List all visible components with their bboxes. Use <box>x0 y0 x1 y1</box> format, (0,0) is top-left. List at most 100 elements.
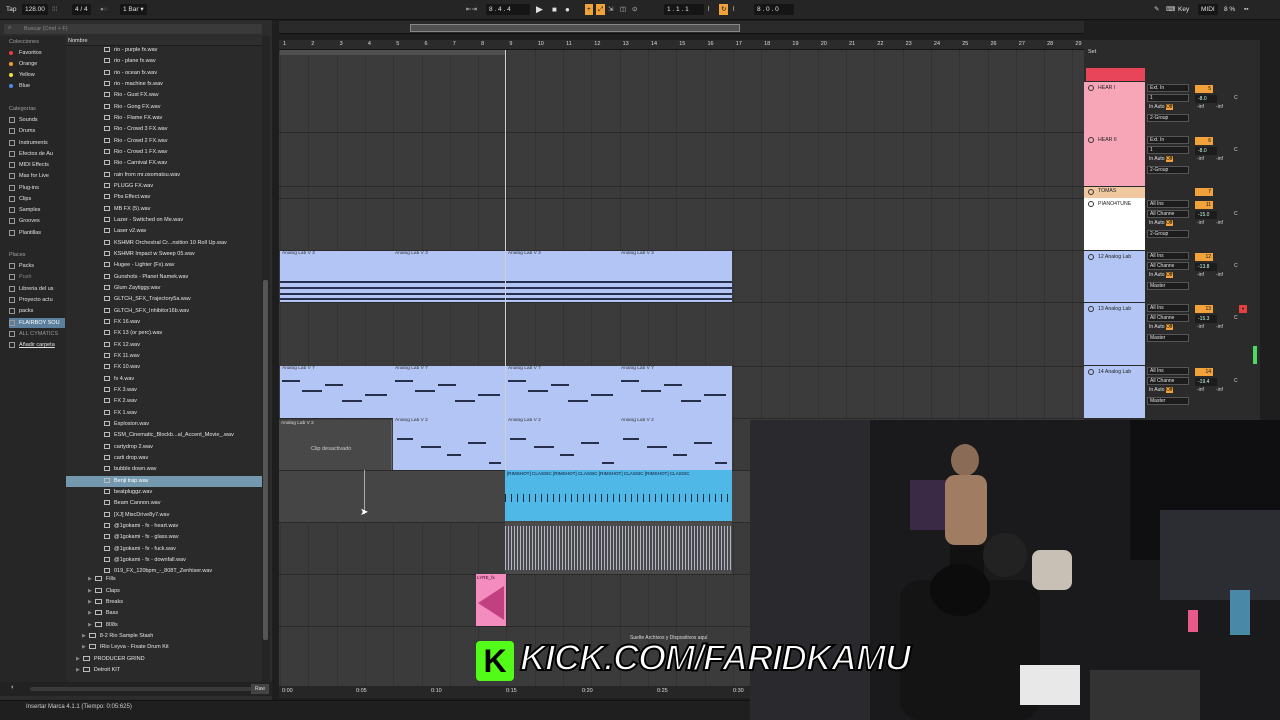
track-number[interactable]: 14 <box>1195 368 1213 376</box>
place-packs-folder[interactable]: packs <box>9 306 65 316</box>
file-item[interactable]: Rio - Crowd 3 FX.wav <box>66 124 262 135</box>
place-flairboy[interactable]: FLAIRBOY SOU <box>9 318 65 328</box>
monitor-selector[interactable]: In Auto Off <box>1147 387 1189 395</box>
file-item[interactable]: Rio - Gust FX.wav <box>66 90 262 101</box>
ruler-bar-label[interactable]: 9 <box>509 41 512 47</box>
file-item[interactable]: fx 4.wav <box>66 374 262 385</box>
record-icon[interactable]: ● <box>565 4 570 15</box>
file-item[interactable]: [XJ] MiscDrive8y7.wav <box>66 510 262 521</box>
collection-orange[interactable]: Orange <box>9 59 65 69</box>
midi-clip[interactable]: Analog Lab V 2 <box>393 418 505 470</box>
file-item[interactable]: Rio - Gong FX.wav <box>66 102 262 113</box>
file-item[interactable]: Laser v2.wav <box>66 226 262 237</box>
file-item[interactable]: FX 2.wav <box>66 396 262 407</box>
ruler-bar-label[interactable]: 17 <box>736 41 742 47</box>
category-clips[interactable]: Clips <box>9 194 65 204</box>
folder-rio-sample-stash[interactable]: ▶ 8-2 Rio Sample Stash <box>82 631 153 642</box>
file-item[interactable]: @1gokami - fx - downfall.wav <box>66 555 262 566</box>
track-number[interactable]: 11 <box>1195 201 1213 209</box>
output-dropdown[interactable]: Master <box>1147 334 1189 342</box>
ruler-bar-label[interactable]: 13 <box>623 41 629 47</box>
volume-field[interactable]: -13.8 <box>1195 263 1217 271</box>
monitor-selector[interactable]: In Auto Off <box>1147 104 1189 112</box>
file-item[interactable]: Explosion.wav <box>66 419 262 430</box>
ruler-bar-label[interactable]: 21 <box>849 41 855 47</box>
ruler-bar-label[interactable]: 10 <box>538 41 544 47</box>
input-channel-dropdown[interactable]: All Channe <box>1147 314 1189 322</box>
pan-field[interactable]: C <box>1234 147 1238 153</box>
track-13-analog-lab[interactable]: 13 Analog Lab <box>1084 303 1145 365</box>
ruler-bar-label[interactable]: 20 <box>821 41 827 47</box>
capture-icon[interactable]: ◫ <box>620 4 626 15</box>
punch-out-icon[interactable]: ⌇ <box>732 4 735 15</box>
ruler-bar-label[interactable]: 22 <box>877 41 883 47</box>
pan-field[interactable]: C <box>1234 211 1238 217</box>
file-item[interactable]: rio - machine fx.wav <box>66 79 262 90</box>
file-item[interactable]: cartydrop 2.wav <box>66 442 262 453</box>
folder-bass[interactable]: ▶ Bass <box>88 608 118 619</box>
folder-producer-grind[interactable]: ▶ PRODUCER GRIND <box>76 654 145 665</box>
ruler-bar-label[interactable]: 8 <box>481 41 484 47</box>
category-max-for-live[interactable]: Max for Live <box>9 171 65 181</box>
midi-clip[interactable]: Analog Lab V 3 <box>393 251 505 302</box>
file-item[interactable]: FX 1.wav <box>66 408 262 419</box>
drum-clip[interactable]: [RIMSHOT] CLASSIC [RIMSHOT] CLASSIC [RIM… <box>505 470 732 521</box>
midi-clip[interactable]: Analog Lab V 3 <box>619 251 732 302</box>
ruler-bar-label[interactable]: 11 <box>566 41 572 47</box>
ruler-bar-label[interactable]: 2 <box>311 41 314 47</box>
track-12-analog-lab[interactable]: 12 Analog Lab <box>1084 251 1145 302</box>
category-instruments[interactable]: Instruments <box>9 138 65 148</box>
ruler-bar-label[interactable]: 7 <box>453 41 456 47</box>
input-type-dropdown[interactable]: Ext. In <box>1147 136 1189 144</box>
stop-icon[interactable]: ■ <box>552 4 557 15</box>
volume-field[interactable]: -8.0 <box>1195 95 1217 103</box>
follow-icon[interactable]: ●○ <box>100 4 108 15</box>
midi-clip[interactable]: Analog Lab V 2 <box>506 418 619 470</box>
midi-clip[interactable]: Analog Lab V 7 <box>280 366 393 418</box>
reenable-automation-icon[interactable]: ⇲ <box>608 4 613 15</box>
midi-clip[interactable]: Analog Lab V 3 <box>506 251 619 302</box>
tempo-field[interactable]: 128.00 <box>22 4 48 15</box>
ruler-bar-label[interactable]: 16 <box>708 41 714 47</box>
folder-fixate-drum-kit[interactable]: ▶ IRio Leyva - Fixate Drum Kit <box>82 642 169 653</box>
file-item[interactable]: Pbs Effect.wav <box>66 192 262 203</box>
computer-keyboard-icon[interactable]: ⌨ <box>1166 4 1175 15</box>
category-sounds[interactable]: Sounds <box>9 115 65 125</box>
monitor-selector[interactable]: In Auto Off <box>1147 156 1189 164</box>
preview-waveform[interactable] <box>30 687 252 691</box>
track-number[interactable]: 13 <box>1195 305 1213 313</box>
fold-icon[interactable] <box>1088 137 1094 143</box>
file-item[interactable]: PLUGG FX.wav <box>66 181 262 192</box>
audio-clip-lyre[interactable]: LYRE_fx <box>476 574 506 626</box>
file-item[interactable]: bubble down.wav <box>66 464 262 475</box>
input-channel-dropdown[interactable]: All Channe <box>1147 210 1189 218</box>
track-number[interactable]: 12 <box>1195 253 1213 261</box>
raw-toggle[interactable]: Raw <box>251 684 269 694</box>
search-input[interactable]: Buscar (Cmd + F) <box>4 24 262 34</box>
ruler-bar-label[interactable]: 23 <box>906 41 912 47</box>
ruler-bar-label[interactable]: 24 <box>934 41 940 47</box>
arrangement-position-field[interactable]: 8 . 4 . 4 <box>486 4 530 15</box>
pan-field[interactable]: C <box>1234 378 1238 384</box>
fold-icon[interactable] <box>1088 306 1094 312</box>
category-templates[interactable]: Plantillas <box>9 228 65 238</box>
arm-button[interactable]: ● <box>1239 305 1247 313</box>
time-signature-field[interactable]: 4 / 4 <box>72 4 91 15</box>
collection-blue[interactable]: Blue <box>9 81 65 91</box>
input-channel-dropdown[interactable]: All Channe <box>1147 262 1189 270</box>
file-item[interactable]: FX 11.wav <box>66 351 262 362</box>
output-dropdown[interactable]: Master <box>1147 397 1189 405</box>
audio-clip[interactable] <box>505 522 732 574</box>
tap-button[interactable]: Tap <box>6 4 16 15</box>
ruler-bar-label[interactable]: 14 <box>651 41 657 47</box>
ruler-bar-label[interactable]: 26 <box>991 41 997 47</box>
category-samples[interactable]: Samples <box>9 205 65 215</box>
file-item[interactable]: Lazer - Switched on Me.wav <box>66 215 262 226</box>
key-map-button[interactable]: Key <box>1178 4 1189 15</box>
file-item[interactable]: @1gokami - fx - glass.wav <box>66 532 262 543</box>
fold-icon[interactable] <box>1088 201 1094 207</box>
ruler-bar-label[interactable]: 27 <box>1019 41 1025 47</box>
midi-clip[interactable]: Analog Lab V 2 <box>619 418 732 470</box>
folder-breaks[interactable]: ▶ Breaks <box>88 597 123 608</box>
track-piano4tune[interactable]: PIANO4TUNE <box>1084 198 1145 250</box>
